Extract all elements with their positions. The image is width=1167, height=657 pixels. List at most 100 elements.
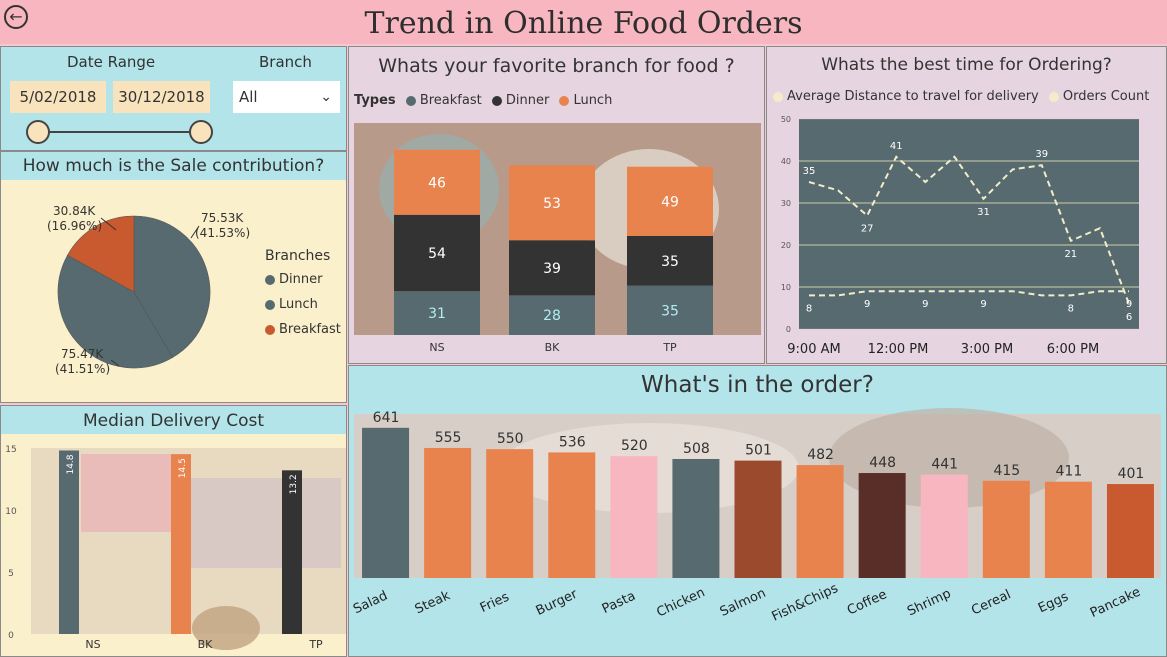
bar-data-label: 555 [435,430,462,446]
plot-area [799,119,1139,329]
line-data-label: 35 [803,166,816,177]
legend-dot [491,95,502,106]
legend-label: Lunch [279,297,318,312]
order-bar-burger [548,452,596,578]
x-tick-label: BK [198,638,214,651]
filters-panel: Date Range Branch 5/02/2018 30/12/2018 A… [0,46,347,151]
date-slider-end-handle[interactable] [189,120,213,144]
legend-title: Types [354,93,396,108]
line-data-label: 21 [1064,249,1077,260]
favorite-title: Whats your favorite branch for food ? [378,55,735,77]
page-title: Trend in Online Food Orders [0,0,1167,44]
start-date-input[interactable]: 5/02/2018 [10,81,106,113]
bar-data-label: 39 [543,261,561,277]
bar-data-label: 401 [1118,466,1145,482]
legend-label: Breakfast [279,322,341,337]
bar-data-label: 31 [428,306,446,322]
legend-dot [405,95,416,106]
x-tick-label: 3:00 PM [961,342,1013,357]
x-tick-label: BK [545,341,561,354]
bar-data-label: 14.8 [66,454,76,474]
order-bar-fish&chips [796,465,844,578]
date-range-label: Date Range [67,53,156,71]
x-tick-label: Steak [413,588,453,617]
line-data-label: 9 [980,299,986,310]
pie-legend-breakfast: Breakfast [265,322,341,337]
delivery-panel: Median Delivery Cost 0 5 10 15 14.8 NS 14.5 BK 1… [0,405,347,657]
x-tick-label: 9:00 AM [787,342,840,357]
bar-data-label: 441 [931,457,958,473]
line-data-label: 27 [861,224,874,235]
bar-data-label: 53 [543,196,561,212]
bar-data-label: 28 [543,308,561,324]
pie-data-label: 75.53K [201,211,244,225]
x-tick-label: Pasta [600,589,638,617]
x-tick-label: Salad [351,588,390,617]
legend-dot [265,299,275,310]
banknote-purple [191,478,341,568]
sale-panel: How much is the Sale contribution? 75.53… [0,151,347,403]
order-bar-chart: 641 Salad 555 Steak 550 Fries 536 Burger 520 Past… [351,408,1161,625]
bar-data-label: 411 [1056,464,1083,480]
x-tick-label: Fries [478,590,512,616]
branch-select[interactable]: All ⌄ [233,81,340,113]
branch-label: Branch [259,53,312,71]
legend-label: Lunch [573,93,613,108]
order-bar-cereal [982,480,1030,578]
pie-data-label: 75.47K [61,347,104,361]
order-bar-chicken [672,458,720,578]
line-data-label: 8 [1068,303,1074,314]
bar-data-label: 35 [661,303,679,319]
legend-label: Dinner [505,93,550,108]
time-legend: Average Distance to travel for delivery … [773,89,1149,104]
bar-data-label: 35 [661,254,679,270]
sale-title: How much is the Sale contribution? [22,156,325,176]
order-bar-salad [362,427,410,578]
date-slider-start-handle[interactable] [26,120,50,144]
legend-label: Breakfast [419,93,482,108]
y-tick-label: 0 [786,325,791,334]
bar-data-label: 536 [559,434,586,450]
bar-data-label: 46 [428,175,446,191]
legend-dot [773,91,783,102]
y-tick-label: 50 [781,115,791,124]
bar-data-label: 448 [869,455,896,471]
order-bar-coffee [858,473,906,578]
sale-pie-chart: 75.53K(41.53%) 75.47K(41.51%) 30.84K(16.96… [47,204,250,376]
pie-legend-lunch: Lunch [265,297,318,312]
y-tick-label: 20 [781,241,791,250]
end-date-input[interactable]: 30/12/2018 [113,81,210,113]
bar-data-label: 550 [497,431,524,447]
order-title: What's in the order? [641,372,874,398]
y-tick-label: 40 [781,157,791,166]
legend-dot [265,274,275,285]
favorite-panel: Whats your favorite branch for food ? Ty… [348,46,765,364]
legend-dot [1048,91,1059,102]
x-tick-label: 6:00 PM [1047,342,1099,357]
x-tick-label: Pancake [1088,585,1143,621]
time-title: Whats the best time for Ordering? [821,55,1112,75]
bar-data-label: 13.2 [289,474,299,494]
order-bar-salmon [734,460,782,578]
line-data-label: 9 [922,299,928,310]
back-arrow-icon[interactable]: ← [4,5,28,29]
order-bar-shrimp [920,474,968,578]
legend-label: Dinner [279,272,323,287]
line-data-label: 31 [977,207,990,218]
x-tick-label: Chicken [654,585,707,620]
pie-data-label: 30.84K [53,204,96,218]
bar-data-label: 415 [993,463,1020,479]
order-bar-steak [424,447,472,578]
x-tick-label: Coffee [845,587,889,618]
bar-data-label: 508 [683,441,710,457]
bar-data-label: 49 [661,194,679,210]
legend-dot [265,324,275,335]
branch-select-value: All [239,88,258,106]
favorite-stacked-chart: 31 54 46 NS 28 39 53 BK 35 35 49 TP [354,123,761,354]
favorite-legend: Types Breakfast Dinner Lunch [354,93,612,108]
pie-legend-title: Branches [265,248,331,264]
y-tick-label: 0 [8,631,14,641]
delivery-title: Median Delivery Cost [83,411,264,431]
x-tick-label: Fish&Chips [770,581,841,625]
x-tick-label: NS [429,341,444,354]
